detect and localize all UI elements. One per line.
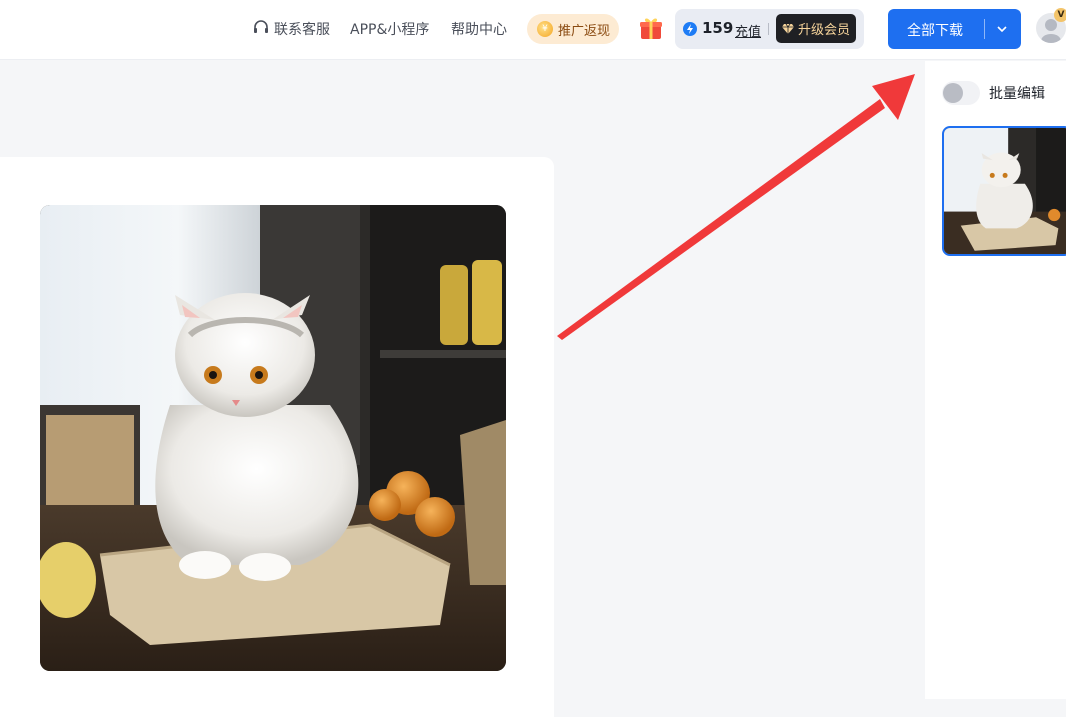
download-all-label: 全部下载 [907, 23, 963, 39]
credit-count: 159 [702, 19, 734, 37]
upgrade-vip-button[interactable]: 升级会员 [776, 14, 856, 43]
arrow-head [872, 74, 915, 120]
toggle-knob [943, 83, 963, 103]
upgrade-vip-label: 升级会员 [797, 23, 850, 38]
chevron-down-icon[interactable] [996, 23, 1008, 35]
nav-help-center[interactable]: 帮助中心 [451, 19, 507, 39]
recharge-link[interactable]: 充值 [735, 21, 761, 40]
coin-icon: ¥ [537, 21, 553, 37]
cat-thumbnail [944, 128, 1066, 254]
divider [768, 23, 769, 35]
cat-image-preview[interactable] [40, 205, 506, 671]
divider [984, 19, 985, 39]
thumbnail-item[interactable] [942, 126, 1066, 256]
batch-edit-toggle[interactable] [942, 81, 980, 105]
nav-app-miniprogram[interactable]: APP&小程序 [350, 19, 429, 39]
gift-icon[interactable] [638, 15, 664, 41]
top-bar: 联系客服 APP&小程序 帮助中心 ¥ 推广返现 159 充值 升级会员 全部下… [0, 0, 1066, 60]
diamond-icon [781, 23, 794, 34]
download-all-button[interactable]: 全部下载 [888, 9, 1021, 49]
promo-cashback-button[interactable]: ¥ 推广返现 [527, 14, 619, 44]
credit-balance: 159 充值 升级会员 [675, 9, 864, 49]
nav-customer-service[interactable]: 联系客服 [274, 19, 330, 39]
bolt-icon [683, 22, 697, 36]
promo-label: 推广返现 [558, 23, 611, 39]
batch-edit-label: 批量编辑 [989, 86, 1045, 102]
arrow-shaft [557, 99, 885, 340]
thumbnail-panel: 批量编辑 [925, 61, 1066, 699]
headset-icon[interactable] [252, 19, 270, 37]
vip-badge: V [1054, 8, 1066, 22]
